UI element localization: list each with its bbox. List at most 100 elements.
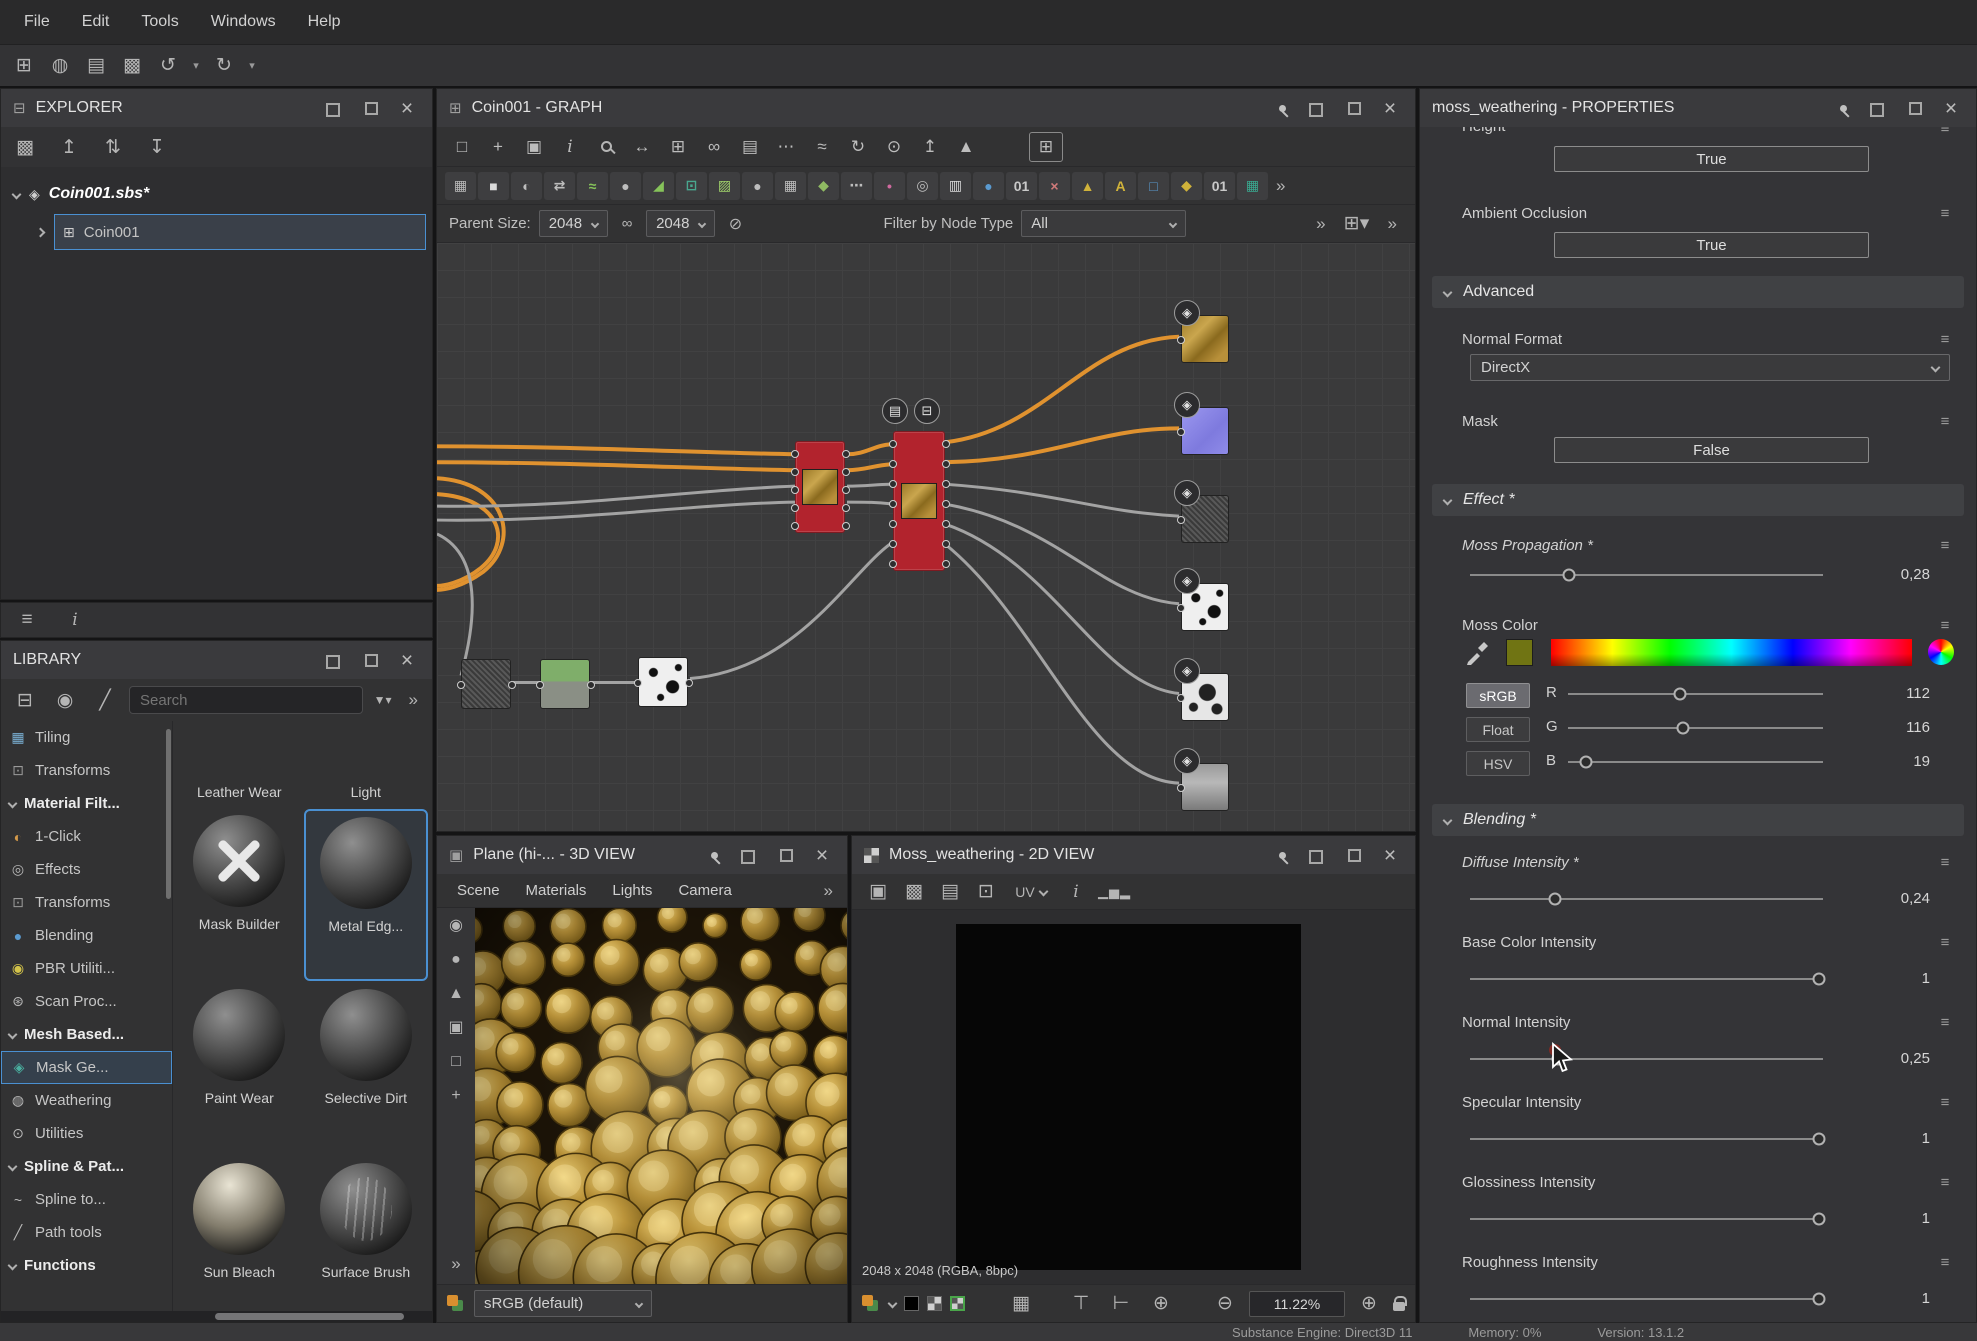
color-swatch[interactable] (1506, 639, 1533, 666)
pin-icon[interactable] (1830, 96, 1856, 120)
outline-icon[interactable]: ≡ (11, 605, 43, 635)
slider-track[interactable] (1470, 1138, 1823, 1140)
slider-track[interactable] (1470, 574, 1823, 576)
output-cube-icon[interactable]: ◈ (1174, 568, 1200, 594)
export-icon[interactable]: ↥ (913, 132, 947, 162)
slider-track[interactable] (1568, 727, 1823, 729)
output-connector[interactable] (942, 440, 950, 448)
input-connector[interactable] (889, 440, 897, 448)
input-connector[interactable] (889, 520, 897, 528)
zoom-actual-icon[interactable]: ⊞ (661, 132, 695, 162)
section-effect[interactable]: Effect * (1432, 484, 1964, 516)
menu-help[interactable]: Help (292, 5, 357, 39)
grunge-node[interactable] (540, 659, 590, 709)
search-input[interactable] (129, 686, 363, 714)
search-icon[interactable] (589, 132, 623, 162)
node-flag-icon[interactable]: ⊟ (914, 398, 940, 424)
more-icon[interactable]: » (1270, 176, 1291, 196)
tile-sampler-icon[interactable]: ▦ (775, 172, 806, 200)
background-checker-swatch[interactable] (927, 1296, 942, 1311)
input-connector[interactable] (889, 500, 897, 508)
update-icon[interactable]: ↻ (841, 132, 875, 162)
input-connector[interactable] (889, 460, 897, 468)
splatter-icon[interactable]: • (874, 172, 905, 200)
layers-icon[interactable] (862, 1295, 873, 1306)
view3d-menu-materials[interactable]: Materials (514, 877, 599, 904)
library-category-functions[interactable]: Functions (1, 1249, 172, 1282)
slider-track[interactable] (1470, 1058, 1823, 1060)
fx-map-icon[interactable]: ◆ (808, 172, 839, 200)
float-button[interactable] (1866, 96, 1892, 120)
library-category-tiling[interactable]: ▦Tiling (1, 721, 172, 754)
select-tool-icon[interactable]: □ (445, 132, 479, 162)
input-connector[interactable] (889, 480, 897, 488)
chevron-down-icon[interactable] (12, 189, 22, 199)
warning-icon[interactable]: ▲ (1072, 172, 1103, 200)
levels-icon[interactable]: 01 (1006, 172, 1037, 200)
param-menu-icon[interactable]: ≡ (1932, 617, 1958, 634)
slider-track[interactable] (1568, 693, 1823, 695)
grayscale-input-node[interactable] (461, 659, 511, 709)
sync-icon[interactable]: ⇅ (97, 132, 129, 162)
output-normal[interactable]: ◈ (1181, 407, 1229, 455)
output-height[interactable]: ◈ (1181, 673, 1229, 721)
new-substance-icon[interactable]: ⊞ (8, 51, 40, 81)
param-menu-icon[interactable]: ≡ (1932, 127, 1958, 137)
menu-file[interactable]: File (8, 5, 66, 39)
lock-icon[interactable] (1393, 1302, 1405, 1311)
compact-links-icon[interactable]: ≈ (805, 132, 839, 162)
library-category-spline-to[interactable]: ~Spline to... (1, 1183, 172, 1216)
output-connector[interactable] (942, 560, 950, 568)
node-flag-icon[interactable]: ▤ (882, 398, 908, 424)
library-category-pbr-utiliti[interactable]: ◉PBR Utiliti... (1, 952, 172, 985)
channel-shuffle-icon[interactable]: ⇄ (544, 172, 575, 200)
library-category-1-click[interactable]: ◐1-Click (1, 820, 172, 853)
horizontal-scrollbar[interactable] (1, 1311, 432, 1322)
input-connector[interactable] (791, 486, 799, 494)
ruler-horizontal-icon[interactable]: ⊤ (1065, 1289, 1097, 1319)
float-button[interactable] (322, 96, 348, 120)
camera-icon[interactable]: ◉ (449, 918, 463, 934)
gradient-linear-icon[interactable]: ◢ (643, 172, 674, 200)
node-presets-icon[interactable]: ⊞▾ (1340, 209, 1374, 239)
maximize-button[interactable] (1341, 843, 1367, 867)
library-category-mesh-based[interactable]: Mesh Based... (1, 1018, 172, 1051)
sphere-shape-icon[interactable]: ● (742, 172, 773, 200)
selection-icon[interactable]: □ (1138, 172, 1169, 200)
library-item-light[interactable]: Light (304, 727, 429, 807)
tools-icon[interactable]: ⊙ (877, 132, 911, 162)
pin-icon[interactable] (701, 843, 727, 867)
param-menu-icon[interactable]: ≡ (1932, 331, 1958, 348)
bitmap-icon[interactable]: ▦ (445, 172, 476, 200)
frame-icon[interactable]: ▣ (517, 132, 551, 162)
more-icon[interactable]: » (403, 690, 424, 710)
zoom-fit-icon[interactable]: ↔ (625, 132, 659, 162)
more-icon[interactable]: » (445, 1254, 466, 1274)
info-icon[interactable]: i (59, 605, 91, 635)
copy-image-icon[interactable]: ▣ (862, 877, 894, 907)
height-toggle-button[interactable]: True (1554, 146, 1869, 172)
curve-icon[interactable]: ≈ (577, 172, 608, 200)
dots-icon[interactable]: ⋯ (841, 172, 872, 200)
zoom-in-icon[interactable]: ⊕ (1353, 1289, 1385, 1319)
gradient-map-icon[interactable]: ▥ (940, 172, 971, 200)
input-connector[interactable] (791, 522, 799, 530)
close-button[interactable]: × (1377, 96, 1403, 120)
output-connector[interactable] (587, 681, 595, 689)
view3d-menu-camera[interactable]: Camera (666, 877, 743, 904)
node-type-filter-select[interactable]: All (1021, 210, 1186, 237)
uniform-color-icon[interactable]: ■ (478, 172, 509, 200)
link-size-icon[interactable]: ∞ (616, 209, 638, 239)
color-wheel-icon[interactable] (1928, 639, 1954, 665)
pin-icon[interactable] (1269, 96, 1295, 120)
library-category-spline-pat[interactable]: Spline & Pat... (1, 1150, 172, 1183)
close-button[interactable]: × (1377, 843, 1403, 867)
hsl-icon[interactable]: ● (973, 172, 1004, 200)
input-connector[interactable] (1177, 428, 1185, 436)
export-icon[interactable]: ↧ (141, 132, 173, 162)
zoom-input[interactable] (1249, 1291, 1345, 1317)
output-connector[interactable] (942, 480, 950, 488)
close-button[interactable]: × (809, 843, 835, 867)
output-connector[interactable] (842, 468, 850, 476)
slider-track[interactable] (1470, 1298, 1823, 1300)
